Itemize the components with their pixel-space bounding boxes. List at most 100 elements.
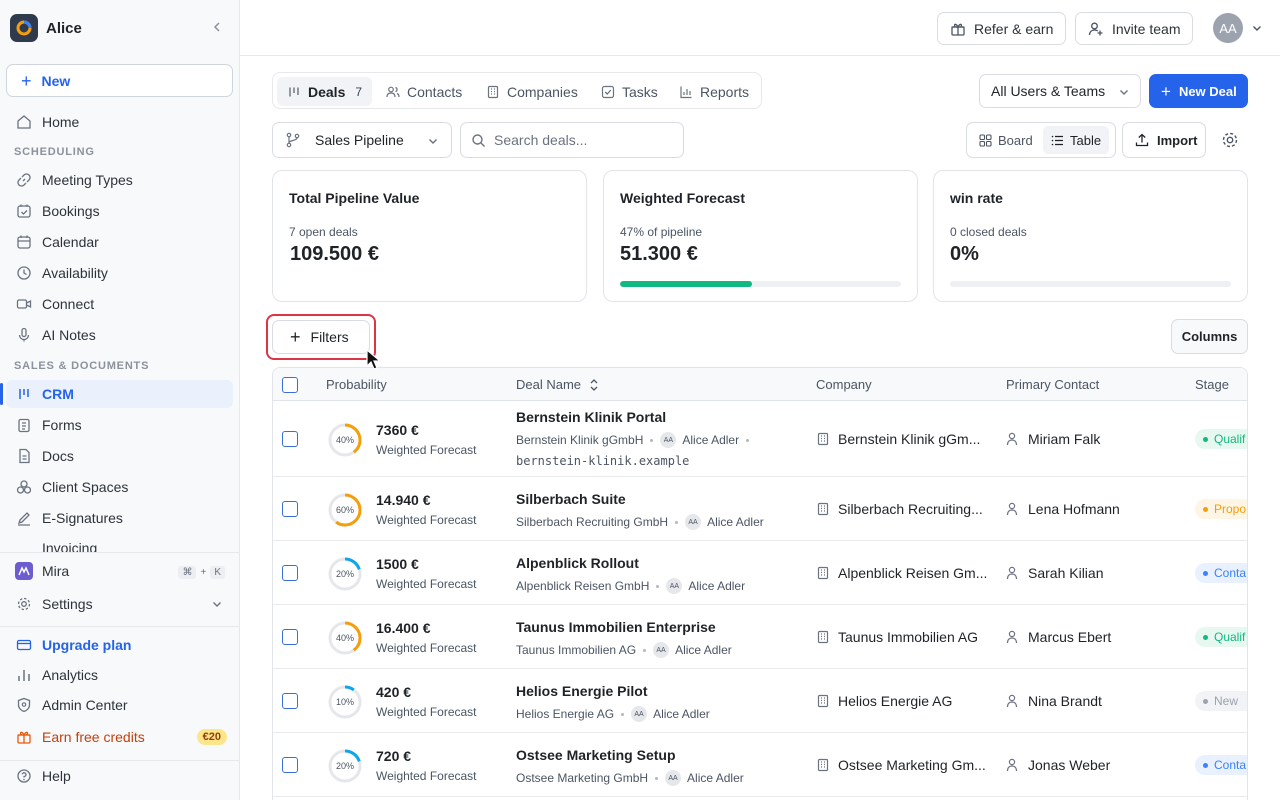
stage-badge[interactable]: Conta — [1195, 563, 1247, 583]
gear-icon — [14, 594, 34, 614]
separator-dot — [656, 584, 660, 588]
sidebar-item-forms[interactable]: Forms — [6, 411, 233, 439]
header-primary-contact[interactable]: Primary Contact — [1006, 377, 1099, 392]
chevron-down-icon[interactable] — [1251, 22, 1263, 34]
company-cell[interactable]: Helios Energie AG — [816, 693, 952, 709]
header-stage[interactable]: Stage — [1195, 377, 1229, 392]
sidebar-item-upgrade[interactable]: Upgrade plan — [6, 631, 233, 659]
deal-name[interactable]: Alpenblick Rollout — [516, 555, 639, 571]
stage-badge[interactable]: Propo — [1195, 499, 1247, 519]
board-view-button[interactable]: Board — [971, 126, 1041, 154]
new-deal-button[interactable]: + New Deal — [1149, 74, 1248, 108]
row-checkbox[interactable] — [282, 565, 298, 581]
sidebar-item-availability[interactable]: Availability — [6, 259, 233, 287]
contact-cell[interactable]: Jonas Weber — [1006, 757, 1110, 773]
sidebar-item-meeting-types[interactable]: Meeting Types — [6, 166, 233, 194]
deal-company: Silberbach Recruiting GmbH — [516, 515, 669, 529]
stage-dot — [1203, 506, 1208, 512]
table-row[interactable]: 20% 1500 € Weighted Forecast Alpenblick Rol… — [273, 541, 1247, 605]
sidebar-item-calendar[interactable]: Calendar — [6, 228, 233, 256]
sidebar-item-label: Settings — [42, 596, 93, 612]
tab-tasks[interactable]: Tasks — [591, 77, 668, 106]
refer-earn-button[interactable]: Refer & earn — [937, 12, 1067, 45]
row-checkbox[interactable] — [282, 431, 298, 447]
company-cell[interactable]: Silberbach Recruiting... — [816, 501, 983, 517]
sidebar-item-analytics[interactable]: Analytics — [6, 661, 233, 689]
sidebar-item-home[interactable]: Home — [6, 108, 233, 136]
table-row[interactable]: 40% 7360 € Weighted Forecast Bernstein Klin… — [273, 401, 1247, 477]
search-input[interactable] — [494, 132, 674, 148]
contact-cell[interactable]: Sarah Kilian — [1006, 565, 1104, 581]
header-deal-name[interactable]: Deal Name — [516, 377, 599, 392]
sidebar-item-docs[interactable]: Docs — [6, 442, 233, 470]
filters-button[interactable]: + Filters — [272, 320, 370, 354]
chevron-down-icon — [427, 135, 439, 147]
deals-table: Probability Deal Name Company Primary Co… — [272, 367, 1248, 800]
deal-name[interactable]: Ostsee Marketing Setup — [516, 747, 676, 763]
table-row[interactable]: 10% 420 € Weighted Forecast Helios Energie … — [273, 669, 1247, 733]
tab-companies[interactable]: Companies — [476, 77, 588, 106]
sidebar-item-crm[interactable]: CRM — [6, 380, 233, 408]
tab-deals[interactable]: Deals 7 — [277, 77, 373, 106]
deal-name[interactable]: Taunus Immobilien Enterprise — [516, 619, 716, 635]
header-probability[interactable]: Probability — [326, 377, 387, 392]
person-icon — [1006, 694, 1018, 708]
row-checkbox[interactable] — [282, 629, 298, 645]
sidebar-item-connect[interactable]: Connect — [6, 290, 233, 318]
stage-badge[interactable]: Conta — [1195, 755, 1247, 775]
new-button[interactable]: + New — [6, 64, 233, 97]
contact-cell[interactable]: Marcus Ebert — [1006, 629, 1111, 645]
user-avatar[interactable]: AA — [1213, 13, 1243, 43]
building-icon — [816, 566, 830, 580]
collapse-sidebar-icon[interactable] — [210, 20, 224, 34]
owner-avatar: AA — [660, 432, 677, 448]
row-checkbox[interactable] — [282, 757, 298, 773]
header-company[interactable]: Company — [816, 377, 872, 392]
stat-value: 0% — [950, 243, 979, 265]
stage-badge[interactable]: New — [1195, 691, 1247, 711]
gear-icon[interactable] — [1220, 130, 1240, 150]
deal-name[interactable]: Bernstein Klinik Portal — [516, 409, 666, 425]
contact-cell[interactable]: Miriam Falk — [1006, 431, 1100, 447]
contact-cell[interactable]: Lena Hofmann — [1006, 501, 1120, 517]
tab-contacts[interactable]: Contacts — [376, 77, 472, 106]
sidebar-item-bookings[interactable]: Bookings — [6, 197, 233, 225]
stage-badge[interactable]: Qualif — [1195, 627, 1247, 647]
sidebar-item-e-signatures[interactable]: E-Signatures — [6, 504, 233, 532]
invite-team-button[interactable]: Invite team — [1075, 12, 1194, 45]
stage-badge[interactable]: Qualif — [1195, 429, 1247, 449]
columns-button[interactable]: Columns — [1171, 319, 1248, 354]
sidebar-item-settings[interactable]: Settings — [6, 590, 233, 618]
sidebar-item-help[interactable]: Help — [6, 762, 233, 790]
table-view-button[interactable]: Table — [1043, 126, 1110, 154]
stat-value: 51.300 € — [620, 243, 698, 265]
sidebar-divider — [0, 760, 239, 761]
sidebar-item-client-spaces[interactable]: Client Spaces — [6, 473, 233, 501]
row-checkbox[interactable] — [282, 693, 298, 709]
select-all-checkbox[interactable] — [282, 377, 298, 393]
import-button[interactable]: Import — [1122, 122, 1206, 158]
company-cell[interactable]: Taunus Immobilien AG — [816, 629, 978, 645]
deal-name[interactable]: Helios Energie Pilot — [516, 683, 647, 699]
table-row[interactable]: 40% 16.400 € Weighted Forecast Taunus Immob… — [273, 605, 1247, 669]
table-row[interactable]: 20% 720 € Weighted Forecast Ostsee Marketin… — [273, 733, 1247, 797]
owner-avatar: AA — [631, 706, 648, 722]
company-cell[interactable]: Alpenblick Reisen Gm... — [816, 565, 987, 581]
deal-owner: Alice Adler — [682, 433, 740, 447]
sidebar-item-ai-notes[interactable]: AI Notes — [6, 321, 233, 349]
company-cell[interactable]: Ostsee Marketing Gm... — [816, 757, 986, 773]
row-checkbox[interactable] — [282, 501, 298, 517]
deal-name[interactable]: Silberbach Suite — [516, 491, 626, 507]
probability-ring: 20% — [327, 556, 363, 592]
sidebar-item-invoicing[interactable]: Invoicing — [6, 540, 233, 552]
contact-cell[interactable]: Nina Brandt — [1006, 693, 1102, 709]
search-deals[interactable] — [460, 122, 684, 158]
users-teams-select[interactable]: All Users & Teams — [979, 74, 1141, 108]
pipeline-select[interactable]: Sales Pipeline — [272, 122, 452, 158]
company-cell[interactable]: Bernstein Klinik gGm... — [816, 431, 980, 447]
table-row[interactable]: 60% 14.940 € Weighted Forecast Silberbach S… — [273, 477, 1247, 541]
tab-reports[interactable]: Reports — [669, 77, 759, 106]
workspace-switcher[interactable]: Alice — [10, 13, 230, 43]
sidebar-item-admin-center[interactable]: Admin Center — [6, 691, 233, 719]
sidebar-item-label: Earn free credits — [42, 729, 145, 745]
